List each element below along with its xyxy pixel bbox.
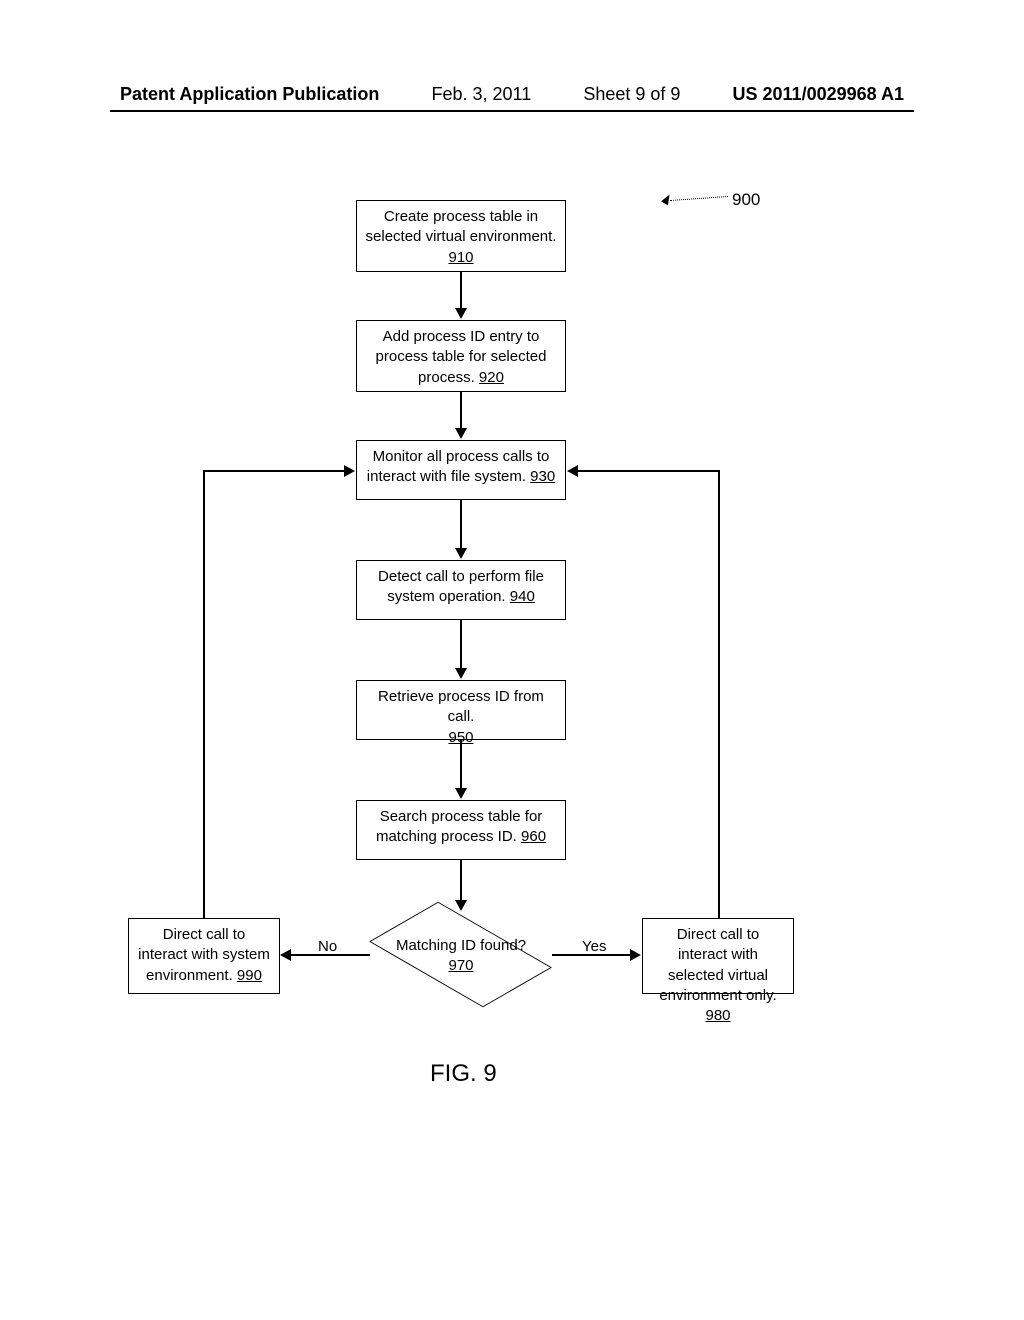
arrowhead-920-930 <box>455 428 467 439</box>
step-960-ref: 960 <box>521 828 546 845</box>
arrow-970-980 <box>552 954 632 956</box>
step-960: Search process table for matching proces… <box>356 800 566 860</box>
leader-900-arrowhead <box>661 193 673 206</box>
header-pubno: US 2011/0029968 A1 <box>733 84 904 105</box>
step-930-text: Monitor all process calls to interact wi… <box>367 448 550 485</box>
decision-970-ref: 970 <box>448 957 473 974</box>
label-no: No <box>318 938 337 955</box>
step-960-text: Search process table for matching proces… <box>376 808 542 845</box>
step-950-text: Retrieve process ID from call. <box>378 688 544 725</box>
loop-990-vert <box>203 470 205 918</box>
step-940: Detect call to perform file system opera… <box>356 560 566 620</box>
loop-990-horiz <box>203 470 345 472</box>
arrowhead-970-990 <box>280 949 291 961</box>
step-910-text: Create process table in selected virtual… <box>366 208 557 245</box>
step-910-ref: 910 <box>448 249 473 266</box>
arrow-950-960 <box>460 740 462 790</box>
arrowhead-940-950 <box>455 668 467 679</box>
header-date: Feb. 3, 2011 <box>431 84 531 105</box>
step-920-ref: 920 <box>479 369 504 386</box>
decision-970-text: Matching ID found? <box>396 937 526 954</box>
figure-ref-900: 900 <box>732 190 760 210</box>
arrow-940-950 <box>460 620 462 670</box>
arrowhead-950-960 <box>455 788 467 799</box>
page-header: Patent Application Publication Feb. 3, 2… <box>0 84 1024 105</box>
header-sheet: Sheet 9 of 9 <box>583 84 680 105</box>
step-950: Retrieve process ID from call. 950 <box>356 680 566 740</box>
arrowhead-970-980 <box>630 949 641 961</box>
step-980-text: Direct call to interact with selected vi… <box>659 926 776 1004</box>
loop-990-arrowhead <box>344 465 355 477</box>
step-930: Monitor all process calls to interact wi… <box>356 440 566 500</box>
loop-980-vert <box>718 470 720 918</box>
header-rule <box>110 110 914 112</box>
step-940-ref: 940 <box>510 588 535 605</box>
arrowhead-910-920 <box>455 308 467 319</box>
step-990-ref: 990 <box>237 967 262 984</box>
flowchart: 900 Create process table in selected vir… <box>120 160 904 1160</box>
arrow-960-970 <box>460 860 462 902</box>
leader-900 <box>670 196 728 201</box>
figure-caption: FIG. 9 <box>430 1060 497 1088</box>
arrow-930-940 <box>460 500 462 550</box>
step-980-ref: 980 <box>705 1007 730 1024</box>
step-980: Direct call to interact with selected vi… <box>642 918 794 994</box>
step-920: Add process ID entry to process table fo… <box>356 320 566 392</box>
decision-970: Matching ID found? 970 <box>371 900 551 1010</box>
arrow-910-920 <box>460 272 462 310</box>
decision-970-label: Matching ID found? 970 <box>371 936 551 975</box>
step-910: Create process table in selected virtual… <box>356 200 566 272</box>
arrowhead-930-940 <box>455 548 467 559</box>
step-930-ref: 930 <box>530 468 555 485</box>
arrow-970-990 <box>290 954 370 956</box>
loop-980-arrowhead <box>567 465 578 477</box>
step-990: Direct call to interact with system envi… <box>128 918 280 994</box>
step-920-text: Add process ID entry to process table fo… <box>376 328 547 386</box>
loop-980-horiz <box>578 470 720 472</box>
arrow-920-930 <box>460 392 462 430</box>
header-pub: Patent Application Publication <box>120 84 379 105</box>
label-yes: Yes <box>582 938 606 955</box>
